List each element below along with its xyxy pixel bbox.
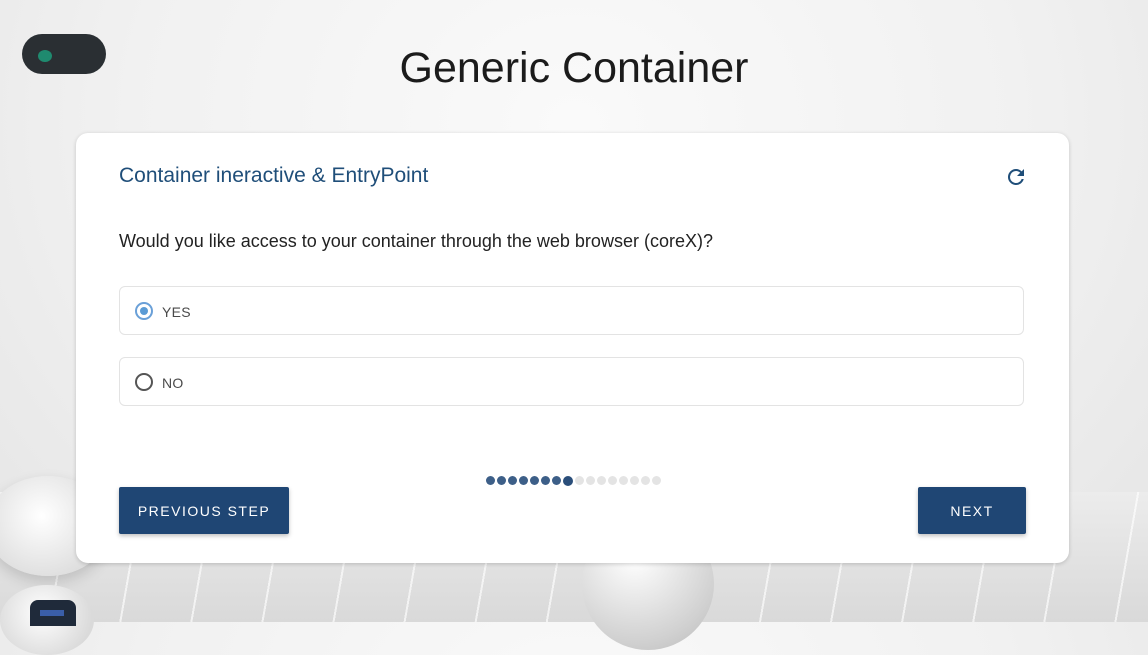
progress-dot bbox=[486, 476, 495, 485]
option-yes-label: YES bbox=[162, 304, 191, 320]
step-progress bbox=[486, 475, 661, 486]
progress-dot bbox=[630, 476, 639, 485]
previous-step-button[interactable]: PREVIOUS STEP bbox=[119, 487, 289, 534]
progress-dot bbox=[563, 475, 573, 486]
question-text: Would you like access to your container … bbox=[119, 231, 713, 251]
progress-dot bbox=[541, 476, 550, 485]
progress-dot bbox=[497, 476, 506, 485]
next-button[interactable]: NEXT bbox=[918, 487, 1026, 534]
progress-dot bbox=[575, 476, 584, 485]
option-yes[interactable]: YES bbox=[119, 286, 1024, 335]
progress-dot bbox=[586, 476, 595, 485]
option-no[interactable]: NO bbox=[119, 357, 1024, 406]
radio-yes[interactable] bbox=[135, 302, 153, 320]
wizard-card: Container ineractive & EntryPoint Would … bbox=[76, 133, 1069, 563]
robot-screen bbox=[30, 600, 76, 626]
progress-dot bbox=[619, 476, 628, 485]
progress-dot bbox=[530, 476, 539, 485]
progress-dot bbox=[508, 476, 517, 485]
option-no-label: NO bbox=[162, 375, 184, 391]
progress-dot bbox=[641, 476, 650, 485]
progress-dot bbox=[597, 476, 606, 485]
refresh-icon[interactable] bbox=[1004, 165, 1028, 189]
radio-no[interactable] bbox=[135, 373, 153, 391]
progress-dot bbox=[519, 476, 528, 485]
progress-dot bbox=[608, 476, 617, 485]
card-title: Container ineractive & EntryPoint bbox=[119, 164, 429, 187]
progress-dot bbox=[552, 476, 561, 485]
progress-dot bbox=[652, 476, 661, 485]
page-title: Generic Container bbox=[399, 44, 749, 92]
